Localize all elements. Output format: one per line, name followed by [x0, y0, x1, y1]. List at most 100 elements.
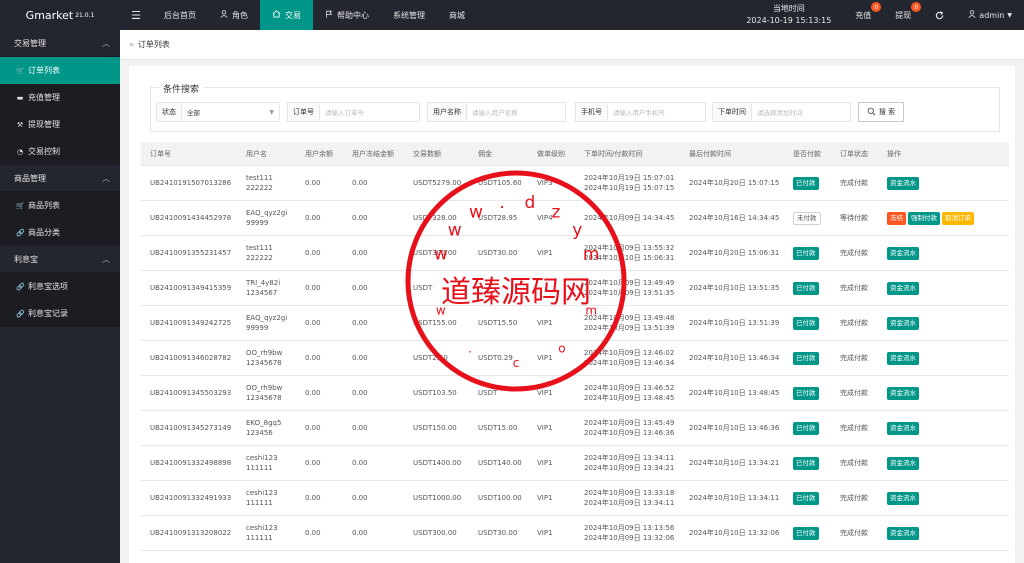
last-pay-time-cell: 2024年10月10日 13:34:11	[689, 494, 780, 502]
user-id-line: 111111	[246, 499, 273, 507]
order-time-field[interactable]: 下单时间 请选择添加时间	[712, 102, 851, 122]
action-button[interactable]: 资金流水	[887, 491, 919, 505]
amount-cell: USDT2.50	[413, 354, 448, 362]
paid-status-badge: 已付款	[793, 386, 819, 400]
order-status-cell: 完成付款	[840, 389, 868, 397]
sidebar-item[interactable]: ▬ 充值管理	[0, 84, 120, 111]
sidebar-item[interactable]: ◔ 交易控制	[0, 138, 120, 165]
menu-toggle-icon[interactable]: ☰	[120, 0, 152, 30]
phone-field[interactable]: 手机号 请输入用户手机号	[575, 102, 706, 122]
topnav-item-2[interactable]: 交易	[260, 0, 313, 30]
column-header: 用户余额	[305, 149, 333, 158]
user-menu[interactable]: admin ▼	[956, 0, 1024, 30]
order-time-label: 下单时间	[713, 103, 752, 121]
order-time-input[interactable]: 请选择添加时间	[752, 103, 850, 121]
action-button[interactable]: 冻结	[887, 211, 906, 225]
frozen-cell: 0.00	[352, 319, 368, 327]
commission-cell: USDT140.00	[478, 459, 522, 467]
refresh-icon[interactable]	[923, 0, 956, 30]
paid-status-badge: 已付款	[793, 246, 819, 260]
order-number-cell: UB2410091332491933	[150, 494, 232, 502]
column-header: 用户冻结金额	[352, 149, 394, 158]
column-header: 最后付款时间	[689, 149, 731, 158]
topnav-item-3[interactable]: 帮助中心	[313, 0, 381, 30]
topnav-item-1[interactable]: 角色	[208, 0, 260, 30]
level-cell: VIP1	[537, 529, 553, 537]
order-number-field[interactable]: 订单号 请输入订单号	[287, 102, 420, 122]
username-line: OO_rh9bw	[246, 384, 283, 392]
pay-time-line: 2024年10月09日 13:34:11	[584, 499, 675, 507]
username-cell: ceshi123 111111	[237, 453, 296, 473]
frozen-cell: 0.00	[352, 214, 368, 222]
brand-logo[interactable]: Gmarket 21.0.1	[0, 0, 120, 30]
frozen-cell: 0.00	[352, 459, 368, 467]
column-header: 做单级别	[537, 149, 565, 158]
order-time-line: 2024年10月09日 13:55:32	[584, 244, 675, 252]
phone-input[interactable]: 请输入用户手机号	[608, 103, 705, 121]
username-line: OO_rh9bw	[246, 349, 283, 357]
paid-status-badge: 已付款	[793, 316, 819, 330]
action-button[interactable]: 资金流水	[887, 351, 919, 365]
withdraw-button[interactable]: 提现 0	[883, 0, 923, 30]
pay-time-line: 2024年10月09日 13:51:35	[584, 289, 675, 297]
level-cell: VIP1	[537, 249, 553, 257]
order-status-cell: 完成付款	[840, 354, 868, 362]
order-time-cell: 2024年10月09日 13:46:52 2024年10月09日 13:48:45	[575, 383, 680, 403]
action-button[interactable]: 取消订单	[942, 211, 974, 225]
frozen-cell: 0.00	[352, 179, 368, 187]
user-id-line: 99999	[246, 219, 269, 227]
sidebar-group[interactable]: 利息宝 ︿	[0, 246, 120, 273]
action-button[interactable]: 资金流水	[887, 456, 919, 470]
topnav-label: 系统管理	[393, 10, 425, 20]
username-input[interactable]: 请输入用户名称	[467, 103, 565, 121]
amount-cell: USDT300.00	[413, 529, 457, 537]
username-cell: EAQ_qyz2gi 99999	[237, 313, 296, 333]
sidebar-item[interactable]: 🛒 订单列表	[0, 57, 120, 84]
cart-icon: 🛒	[16, 201, 25, 210]
topnav-item-4[interactable]: 系统管理	[381, 0, 437, 30]
user-id-line: 99999	[246, 324, 269, 332]
sidebar-item[interactable]: 🔗 利息宝记录	[0, 300, 120, 327]
order-time-cell: 2024年10月09日 13:45:49 2024年10月09日 13:46:36	[575, 418, 680, 438]
username-line: ceshi123	[246, 454, 278, 462]
commission-cell: USDT0.29	[478, 354, 513, 362]
action-button[interactable]: 资金流水	[887, 316, 919, 330]
breadcrumb-current[interactable]: 订单列表	[138, 39, 170, 50]
user-name: admin	[979, 10, 1005, 20]
topnav-item-0[interactable]: 后台首页	[152, 0, 208, 30]
balance-cell: 0.00	[305, 284, 321, 292]
actions-cell: 资金流水	[878, 456, 1009, 470]
paid-status-badge: 已付款	[793, 351, 819, 365]
withdraw-count-badge: 0	[911, 2, 922, 12]
sidebar-group[interactable]: 商品管理 ︿	[0, 165, 120, 192]
action-button[interactable]: 资金流水	[887, 281, 919, 295]
sidebar-item[interactable]: 🔗 利息宝选项	[0, 273, 120, 300]
action-button[interactable]: 资金流水	[887, 526, 919, 540]
recharge-button[interactable]: 充值 0	[843, 0, 883, 30]
table-header: 订单号 用户名 用户余额 用户冻结金额 交易数额 佣金 做单级别 下单时间/付款时间 最后付款时…	[141, 142, 1009, 166]
action-button[interactable]: 资金流水	[887, 421, 919, 435]
breadcrumb: » 订单列表	[120, 30, 1024, 60]
action-button[interactable]: 资金流水	[887, 176, 919, 190]
action-button[interactable]: 资金流水	[887, 386, 919, 400]
action-button[interactable]: 强制付款	[908, 211, 940, 225]
status-select[interactable]: 状态 全部 ▼	[156, 102, 280, 122]
order-number-input[interactable]: 请输入订单号	[320, 103, 419, 121]
sidebar-group[interactable]: 交易管理 ︿	[0, 30, 120, 57]
breadcrumb-separator-icon: »	[129, 40, 134, 49]
order-time-cell: 2024年10月09日 13:34:11 2024年10月09日 13:34:21	[575, 453, 680, 473]
pay-time-line: 2024年10月09日 13:48:45	[584, 394, 675, 402]
paid-cell: 已付款	[784, 526, 831, 540]
actions-cell: 资金流水	[878, 526, 1009, 540]
paid-cell: 已付款	[784, 316, 831, 330]
sidebar-item[interactable]: 🛒 商品列表	[0, 192, 120, 219]
action-button[interactable]: 资金流水	[887, 246, 919, 260]
sidebar-item[interactable]: ⚒ 提现管理	[0, 111, 120, 138]
order-time-line: 2024年10月09日 13:34:11	[584, 454, 675, 462]
search-button[interactable]: 搜 索	[858, 102, 904, 122]
topnav-item-5[interactable]: 商城	[437, 0, 477, 30]
sidebar-item[interactable]: 🔗 商品分类	[0, 219, 120, 246]
paid-cell: 已付款	[784, 456, 831, 470]
gavel-icon: ⚒	[16, 120, 24, 129]
username-field[interactable]: 用户名称 请输入用户名称	[427, 102, 566, 122]
